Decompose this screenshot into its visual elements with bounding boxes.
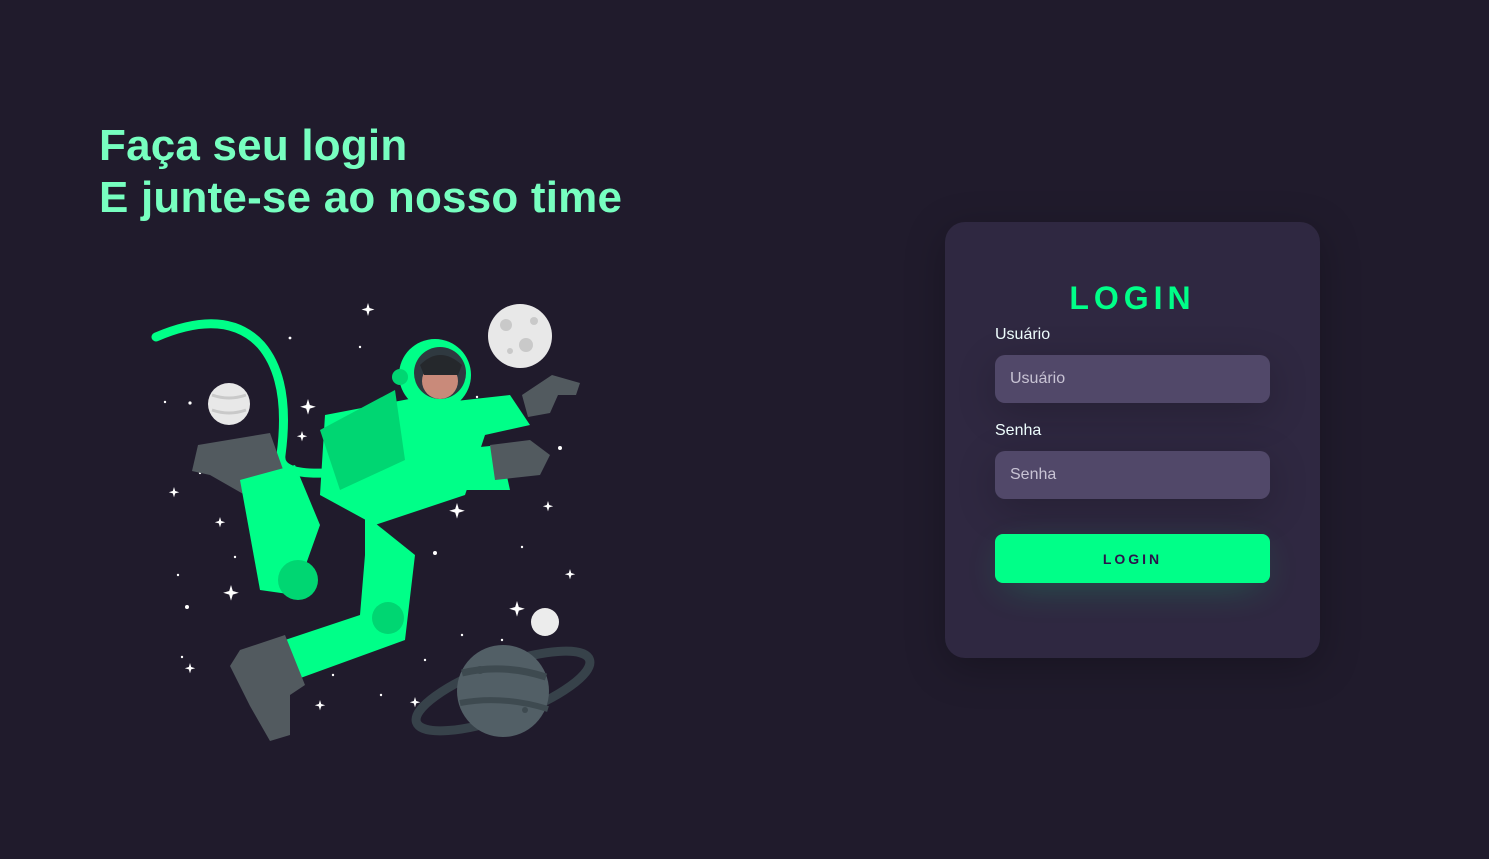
login-button[interactable]: LOGIN [995,534,1270,583]
hero-line-1: Faça seu login [99,121,408,170]
login-title: LOGIN [1069,280,1196,316]
password-input[interactable] [995,451,1270,499]
hero-headline: Faça seu login E junte-se ao nosso time [99,120,622,224]
moon-tiny [531,608,559,636]
hero-line-2: E junte-se ao nosso time [99,173,623,222]
moon-large [488,304,552,368]
username-input[interactable] [995,355,1270,403]
login-card: LOGIN Usuário Senha LOGIN [945,222,1320,658]
moon-small-left [208,383,250,425]
username-label: Usuário [995,326,1051,343]
password-label: Senha [995,422,1042,439]
astronaut-illustration [151,303,595,741]
ringed-planet [411,645,595,737]
login-page: Faça seu login E junte-se ao nosso time [0,0,1489,859]
